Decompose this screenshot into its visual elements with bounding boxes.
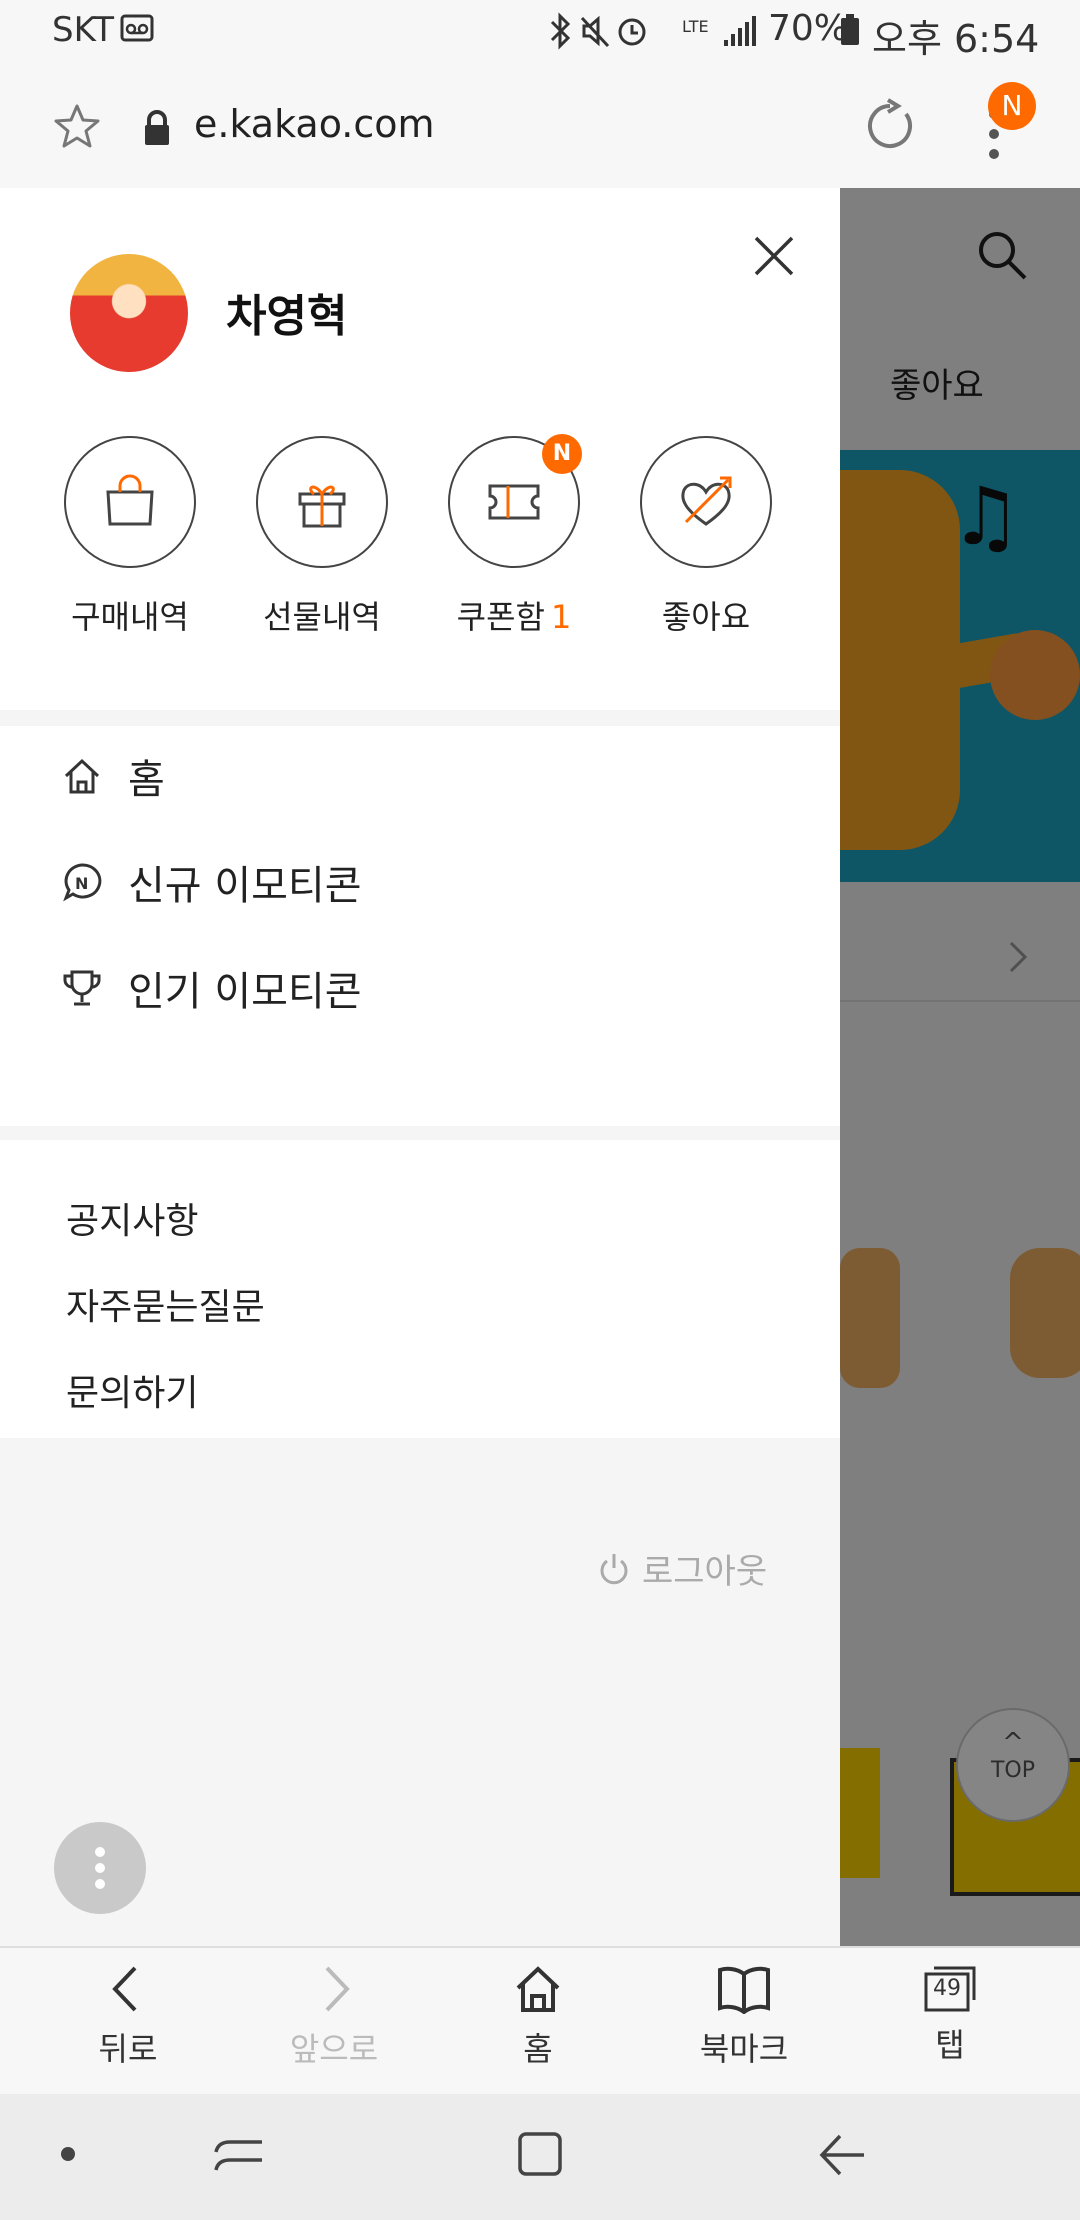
reload-icon[interactable] <box>862 98 918 154</box>
inquiry-link[interactable]: 문의하기 <box>66 1364 198 1416</box>
mute-icon <box>580 15 610 48</box>
quick-label: 쿠폰함 <box>456 598 545 636</box>
floating-more-button[interactable] <box>54 1822 146 1914</box>
status-bar: SKT LTE 70% 오후 6:54 <box>0 0 1080 62</box>
logout-label: 로그아웃 <box>642 1552 768 1592</box>
forward-button[interactable]: 앞으로 <box>264 1964 404 2070</box>
back-chevron-icon <box>112 1966 137 2012</box>
signal-icon <box>724 16 756 46</box>
faq-link[interactable]: 자주묻는질문 <box>66 1278 265 1330</box>
system-nav-bar <box>0 2094 1080 2220</box>
battery-icon <box>841 14 859 45</box>
gift-icon <box>298 485 346 528</box>
trophy-icon <box>63 970 101 1006</box>
coupon-box-button[interactable]: N 쿠폰함 1 <box>446 434 582 638</box>
likes-button[interactable]: 좋아요 <box>638 436 774 638</box>
nav-item-home[interactable]: 홈 <box>62 726 165 826</box>
nav-item-popular-emoticons[interactable]: 인기 이모티콘 <box>62 938 362 1038</box>
back-button[interactable]: 뒤로 <box>58 1964 198 2070</box>
user-name: 차영혁 <box>226 291 348 342</box>
quick-label: 선물내역 <box>263 598 381 636</box>
carrier-label: SKT <box>52 10 115 50</box>
lock-icon <box>145 110 169 145</box>
coupon-icon <box>488 484 540 520</box>
nav-dot-icon <box>61 2147 75 2161</box>
notice-link[interactable]: 공지사항 <box>66 1192 198 1244</box>
svg-text:N: N <box>75 874 88 893</box>
tabs-icon: 49 <box>922 1964 978 2014</box>
bookmark-star-icon[interactable] <box>52 102 102 152</box>
forward-chevron-icon <box>325 1966 350 2012</box>
back-label: 뒤로 <box>98 2030 158 2068</box>
status-icons: LTE <box>550 12 756 50</box>
side-drawer: 차영혁 구매내역 선물내역 N 쿠폰함 1 좋아요 홈 N 신규 이모티콘 인기… <box>0 188 840 1946</box>
purchase-history-button[interactable]: 구매내역 <box>62 436 198 638</box>
avatar[interactable] <box>70 254 188 372</box>
home-label: 홈 <box>523 2030 553 2068</box>
forward-label: 앞으로 <box>289 2030 379 2068</box>
lte-icon: LTE <box>682 17 709 36</box>
bookmarks-button[interactable]: 북마크 <box>674 1964 814 2070</box>
quick-label: 구매내역 <box>71 598 189 636</box>
url-text[interactable]: e.kakao.com <box>194 102 435 146</box>
heart-arrow-icon <box>681 476 732 526</box>
home-icon <box>64 758 100 794</box>
nav-item-new-emoticons[interactable]: N 신규 이모티콘 <box>62 832 362 932</box>
home-button[interactable]: 홈 <box>468 1964 608 2070</box>
recent-apps-icon[interactable] <box>214 2132 264 2178</box>
tabs-label: 탭 <box>935 2026 965 2064</box>
nav-label: 신규 이모티콘 <box>128 863 362 909</box>
quick-label: 좋아요 <box>661 598 751 636</box>
voicemail-icon <box>120 14 154 42</box>
tab-count: 49 <box>933 1976 961 2001</box>
home-icon <box>516 1966 560 2012</box>
alarm-icon <box>618 18 646 46</box>
shopping-bag-icon <box>106 474 154 526</box>
nav-section: 홈 N 신규 이모티콘 인기 이모티콘 <box>0 726 840 1126</box>
browser-url-bar: e.kakao.com N <box>0 62 1080 190</box>
nav-label: 홈 <box>128 757 165 803</box>
clock: 오후 6:54 <box>872 17 1040 61</box>
book-icon <box>718 1966 770 2015</box>
new-badge: N <box>542 434 582 474</box>
browser-toolbar: 뒤로 앞으로 홈 북마크 49 탭 <box>0 1946 1080 2096</box>
home-square-icon[interactable] <box>516 2130 564 2178</box>
close-icon[interactable] <box>750 232 798 280</box>
power-icon <box>600 1553 628 1584</box>
gift-history-button[interactable]: 선물내역 <box>254 436 390 638</box>
tabs-button[interactable]: 49 탭 <box>880 1964 1020 2066</box>
system-back-icon[interactable] <box>818 2132 868 2178</box>
help-section: 공지사항 자주묻는질문 문의하기 <box>0 1140 840 1438</box>
coupon-count: 1 <box>550 598 572 636</box>
vertical-dots-icon <box>95 1847 105 1889</box>
new-chat-icon: N <box>63 863 102 902</box>
bluetooth-icon <box>550 12 571 50</box>
nav-label: 인기 이모티콘 <box>128 969 362 1015</box>
bookmarks-label: 북마크 <box>699 2030 789 2068</box>
battery-level: 70% <box>768 8 849 49</box>
profile-section: 차영혁 구매내역 선물내역 N 쿠폰함 1 좋아요 <box>0 188 840 710</box>
logout-button[interactable]: 로그아웃 <box>598 1544 767 1593</box>
notification-badge: N <box>988 82 1036 130</box>
